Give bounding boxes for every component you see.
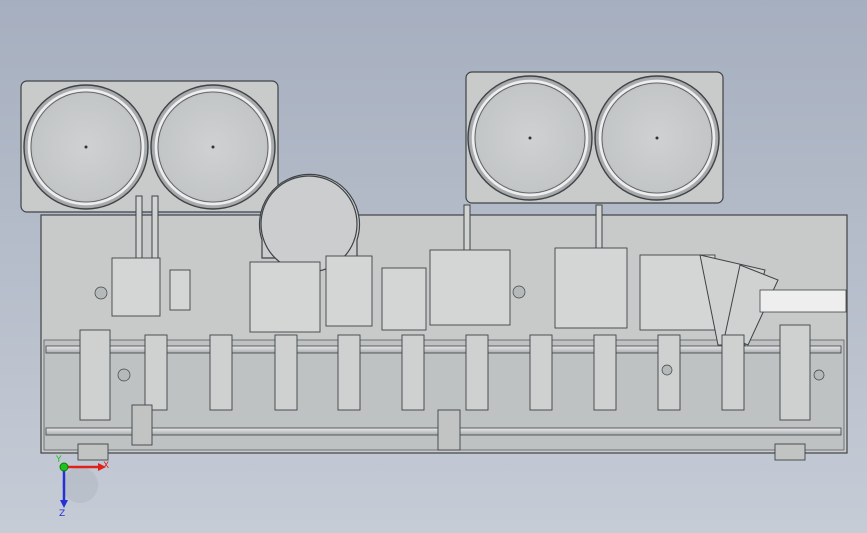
output-chute	[759, 289, 847, 313]
feeder-bowl-4[interactable]	[594, 75, 720, 201]
axis-z-label: Z	[59, 509, 65, 519]
feeder-bowl-3[interactable]	[467, 75, 593, 201]
axis-y-label: Y	[55, 455, 62, 465]
feeder-bowl-2[interactable]	[150, 84, 276, 210]
feeder-bowl-1[interactable]	[23, 84, 149, 210]
axis-x-label: X	[103, 461, 109, 471]
assembly-drawing[interactable]: X Y Z	[0, 0, 867, 533]
cad-viewport[interactable]: X Y Z	[0, 0, 867, 533]
axis-triad-icon: X Y Z	[55, 455, 109, 519]
